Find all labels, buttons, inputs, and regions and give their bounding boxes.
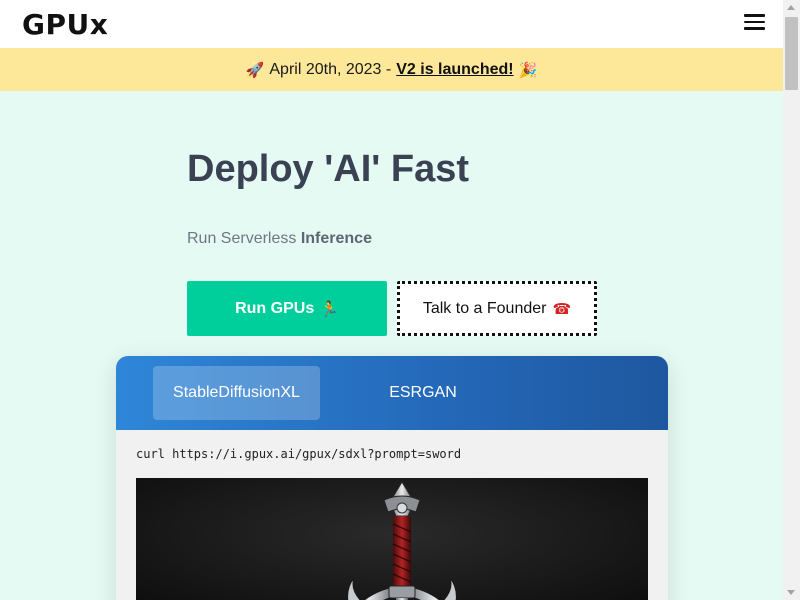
hero-subtitle: Run Serverless Inference [187, 230, 372, 248]
curl-command: curl https://i.gpux.ai/gpux/sdxl?prompt=… [136, 447, 462, 461]
party-popper-icon: 🎉 [518, 60, 538, 79]
scroll-down-arrow-icon[interactable] [787, 590, 795, 595]
menu-bar-line [744, 20, 765, 23]
top-navbar: GPUx [0, 0, 783, 48]
vertical-scrollbar[interactable] [783, 0, 800, 600]
v2-launch-link[interactable]: V2 is launched! [396, 61, 513, 79]
run-gpus-label: Run GPUs [235, 299, 315, 317]
talk-to-founder-button[interactable]: Talk to a Founder ☎ [397, 281, 597, 336]
talk-to-founder-label: Talk to a Founder [422, 299, 547, 317]
sword-illustration-icon [136, 478, 648, 600]
rocket-icon: 🚀 [245, 60, 265, 79]
telephone-icon: ☎ [552, 299, 572, 318]
model-demo-card: StableDiffusionXL ESRGAN curl https://i.… [116, 356, 668, 600]
hero-subtitle-bold: Inference [300, 230, 372, 247]
hero-title: Deploy 'AI' Fast [187, 148, 470, 190]
scroll-up-arrow-icon[interactable] [787, 5, 795, 10]
generated-sword-image [136, 478, 648, 600]
demo-card-body: curl https://i.gpux.ai/gpux/sdxl?prompt=… [116, 430, 668, 600]
announcement-banner: 🚀 April 20th, 2023 - V2 is launched! 🎉 [0, 48, 783, 91]
menu-bar-line [744, 14, 765, 17]
page: GPUx 🚀 April 20th, 2023 - V2 is launched… [0, 0, 783, 600]
tab-esrgan[interactable]: ESRGAN [356, 366, 490, 420]
runner-icon: 🏃 [320, 299, 339, 318]
hero-subtitle-text: Run Serverless [187, 230, 297, 247]
model-tab-bar: StableDiffusionXL ESRGAN [116, 356, 668, 430]
gpux-logo[interactable]: GPUx [22, 8, 108, 41]
announcement-date: April 20th, 2023 - [269, 60, 392, 78]
hamburger-menu-icon[interactable] [744, 14, 765, 30]
menu-bar-line [744, 27, 765, 30]
run-gpus-button[interactable]: Run GPUs 🏃 [187, 281, 387, 336]
tab-stablediffusionxl[interactable]: StableDiffusionXL [153, 366, 320, 420]
scrollbar-thumb[interactable] [785, 17, 798, 90]
